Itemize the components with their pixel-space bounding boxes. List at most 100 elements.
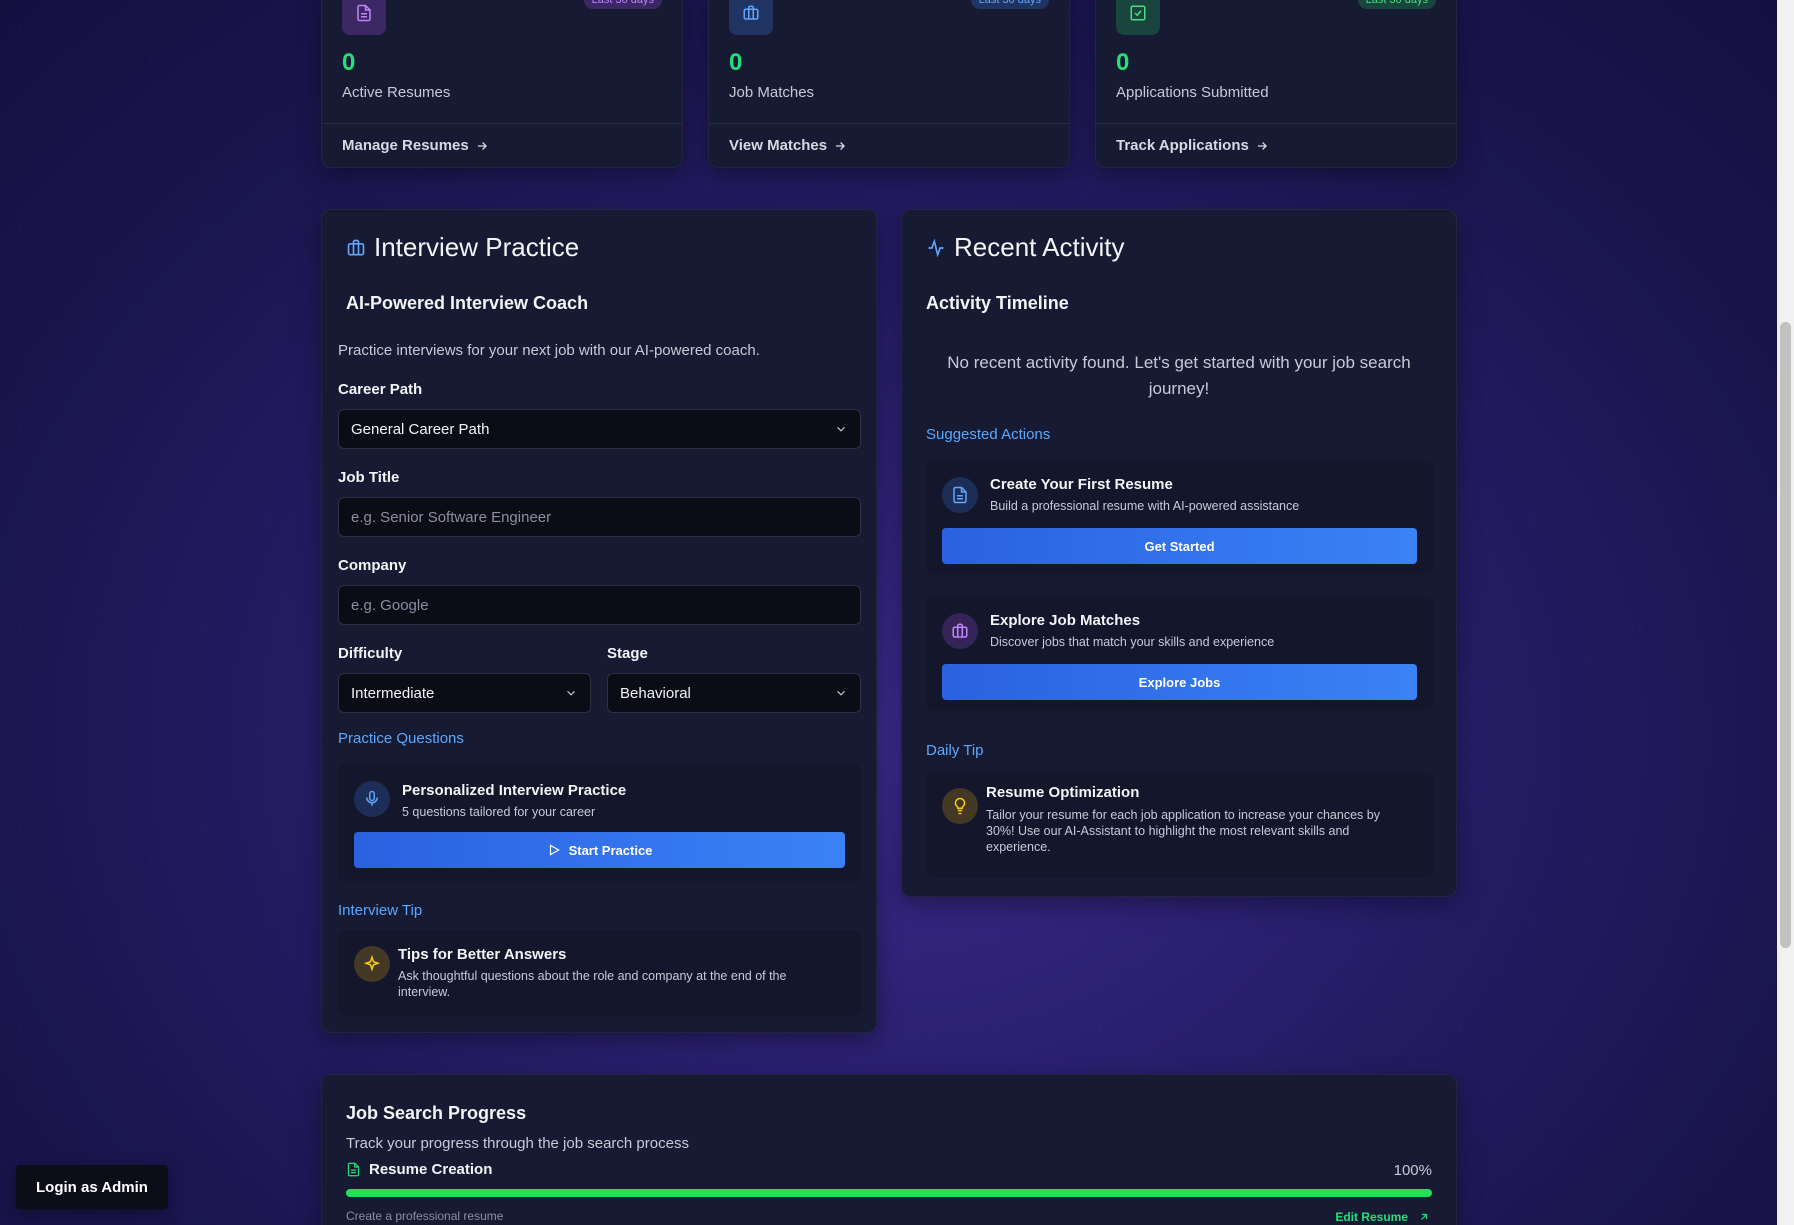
arrow-right-icon: [477, 141, 487, 150]
tip-title: Tips for Better Answers: [398, 946, 567, 963]
job-search-progress-card: Job Search Progress Track your progress …: [321, 1074, 1457, 1225]
action-desc: Build a professional resume with AI-powe…: [990, 499, 1300, 513]
action-title: Explore Job Matches: [990, 612, 1141, 629]
period-badge: Last 30 days: [583, 0, 662, 9]
progress-item-header: Resume Creation: [346, 1161, 492, 1178]
scrollbar-thumb[interactable]: [1780, 322, 1791, 948]
explore-jobs-button[interactable]: Explore Jobs: [942, 664, 1417, 700]
period-badge: Last 30 days: [970, 0, 1049, 9]
company-label: Company: [338, 557, 407, 574]
stat-label: Active Resumes: [342, 84, 451, 101]
select-value: General Career Path: [351, 420, 490, 438]
stat-label: Applications Submitted: [1116, 84, 1269, 101]
difficulty-label: Difficulty: [338, 645, 403, 662]
arrow-up-right-icon: [1421, 1213, 1428, 1220]
select-value: Behavioral: [620, 684, 691, 702]
career-path-label: Career Path: [338, 381, 423, 398]
period-badge: Last 30 days: [1357, 0, 1436, 9]
card-desc: Track your progress through the job sear…: [346, 1135, 689, 1152]
briefcase-icon: [347, 239, 365, 255]
chevron-down-icon: [567, 690, 575, 696]
practice-title: Personalized Interview Practice: [402, 782, 627, 799]
document-icon: [342, 0, 386, 35]
empty-activity-text: No recent activity found. Let's get star…: [947, 353, 1411, 398]
daily-tip-panel: Resume Optimization Tailor your resume f…: [926, 772, 1433, 878]
stat-value: 0: [1116, 49, 1130, 76]
daily-tip-heading: Daily Tip: [926, 742, 984, 759]
button-label: Get Started: [1144, 538, 1215, 554]
link-label: View Matches: [729, 137, 828, 154]
stage-select[interactable]: Behavioral: [607, 673, 861, 713]
career-path-select[interactable]: General Career Path: [338, 409, 861, 449]
briefcase-icon: [729, 0, 773, 35]
select-value: Intermediate: [351, 684, 435, 702]
briefcase-icon: [942, 613, 978, 649]
card-subtitle: AI-Powered Interview Coach: [346, 293, 589, 313]
arrow-right-icon: [1257, 141, 1267, 150]
input-placeholder: e.g. Senior Software Engineer: [351, 508, 552, 526]
card-title: Recent Activity: [954, 232, 1125, 262]
arrow-right-icon: [836, 141, 846, 150]
card-title: Job Search Progress: [346, 1103, 527, 1123]
link-label: Track Applications: [1116, 137, 1249, 154]
login-as-admin-button[interactable]: Login as Admin: [16, 1165, 168, 1209]
interview-tip-panel: Tips for Better Answers Ask thoughtful q…: [338, 930, 861, 1016]
starfield-background: [0, 0, 1794, 1225]
chevron-down-icon: [837, 426, 845, 432]
practice-panel: Personalized Interview Practice 5 questi…: [338, 764, 861, 881]
progress-percent: 100%: [1393, 1162, 1432, 1179]
action-title: Create Your First Resume: [990, 476, 1173, 493]
stat-value: 0: [729, 49, 743, 76]
card-header: Interview Practice: [346, 232, 579, 263]
action-explore-jobs: Explore Job Matches Discover jobs that m…: [926, 596, 1433, 711]
get-started-button[interactable]: Get Started: [942, 528, 1417, 564]
progress-item-desc: Create a professional resume: [346, 1209, 504, 1223]
input-placeholder: e.g. Google: [351, 596, 429, 614]
suggested-actions-heading: Suggested Actions: [926, 426, 1051, 443]
card-subtitle: Activity Timeline: [926, 293, 1069, 313]
checkbox-icon: [1116, 0, 1160, 35]
progress-bar-fill: [346, 1189, 1432, 1197]
progress-item-label: Resume Creation: [369, 1161, 493, 1178]
track-applications-link[interactable]: Track Applications: [1116, 137, 1269, 154]
recent-activity-card: Recent Activity Activity Timeline No rec…: [901, 209, 1457, 897]
interview-tip-heading: Interview Tip: [338, 902, 423, 919]
job-title-label: Job Title: [338, 469, 400, 486]
microphone-icon: [354, 781, 390, 817]
progress-bar: [346, 1189, 1432, 1197]
scrollbar[interactable]: [1777, 0, 1794, 1225]
chevron-down-icon: [837, 690, 845, 696]
practice-desc: 5 questions tailored for your career: [402, 805, 596, 819]
start-practice-button[interactable]: Start Practice: [354, 832, 845, 868]
practice-questions-heading: Practice Questions: [338, 730, 464, 747]
company-input[interactable]: e.g. Google: [338, 585, 861, 625]
stat-label: Job Matches: [729, 84, 815, 101]
stage-label: Stage: [607, 645, 648, 662]
sparkles-icon: [354, 946, 390, 982]
daily-tip-desc: Tailor your resume for each job applicat…: [986, 808, 1380, 854]
daily-tip-title: Resume Optimization: [986, 784, 1140, 801]
intro-text: Practice interviews for your next job wi…: [338, 342, 760, 359]
document-icon: [942, 477, 978, 513]
button-label: Login as Admin: [36, 1178, 148, 1196]
edit-resume-link[interactable]: Edit Resume: [1335, 1210, 1430, 1224]
link-label: Edit Resume: [1335, 1210, 1408, 1224]
action-create-resume: Create Your First Resume Build a profess…: [926, 460, 1433, 575]
interview-practice-card: Interview Practice AI-Powered Interview …: [321, 209, 877, 1033]
manage-resumes-link[interactable]: Manage Resumes: [342, 137, 489, 154]
difficulty-select[interactable]: Intermediate: [338, 673, 591, 713]
card-header: Recent Activity: [926, 232, 1125, 263]
button-label: Start Practice: [568, 842, 653, 858]
card-title: Interview Practice: [374, 232, 580, 262]
view-matches-link[interactable]: View Matches: [729, 137, 847, 154]
document-icon: [347, 1162, 360, 1177]
stat-card-job-matches: Last 30 days 0 Job Matches View Matches: [708, 0, 1070, 168]
lightbulb-icon: [942, 788, 978, 824]
activity-icon: [928, 238, 944, 257]
play-icon: [549, 844, 560, 856]
job-title-input[interactable]: e.g. Senior Software Engineer: [338, 497, 861, 537]
action-desc: Discover jobs that match your skills and…: [990, 635, 1275, 649]
stat-card-applications: Last 30 days 0 Applications Submitted Tr…: [1095, 0, 1457, 168]
tip-desc: Ask thoughtful questions about the role …: [398, 969, 787, 999]
link-label: Manage Resumes: [342, 137, 469, 154]
